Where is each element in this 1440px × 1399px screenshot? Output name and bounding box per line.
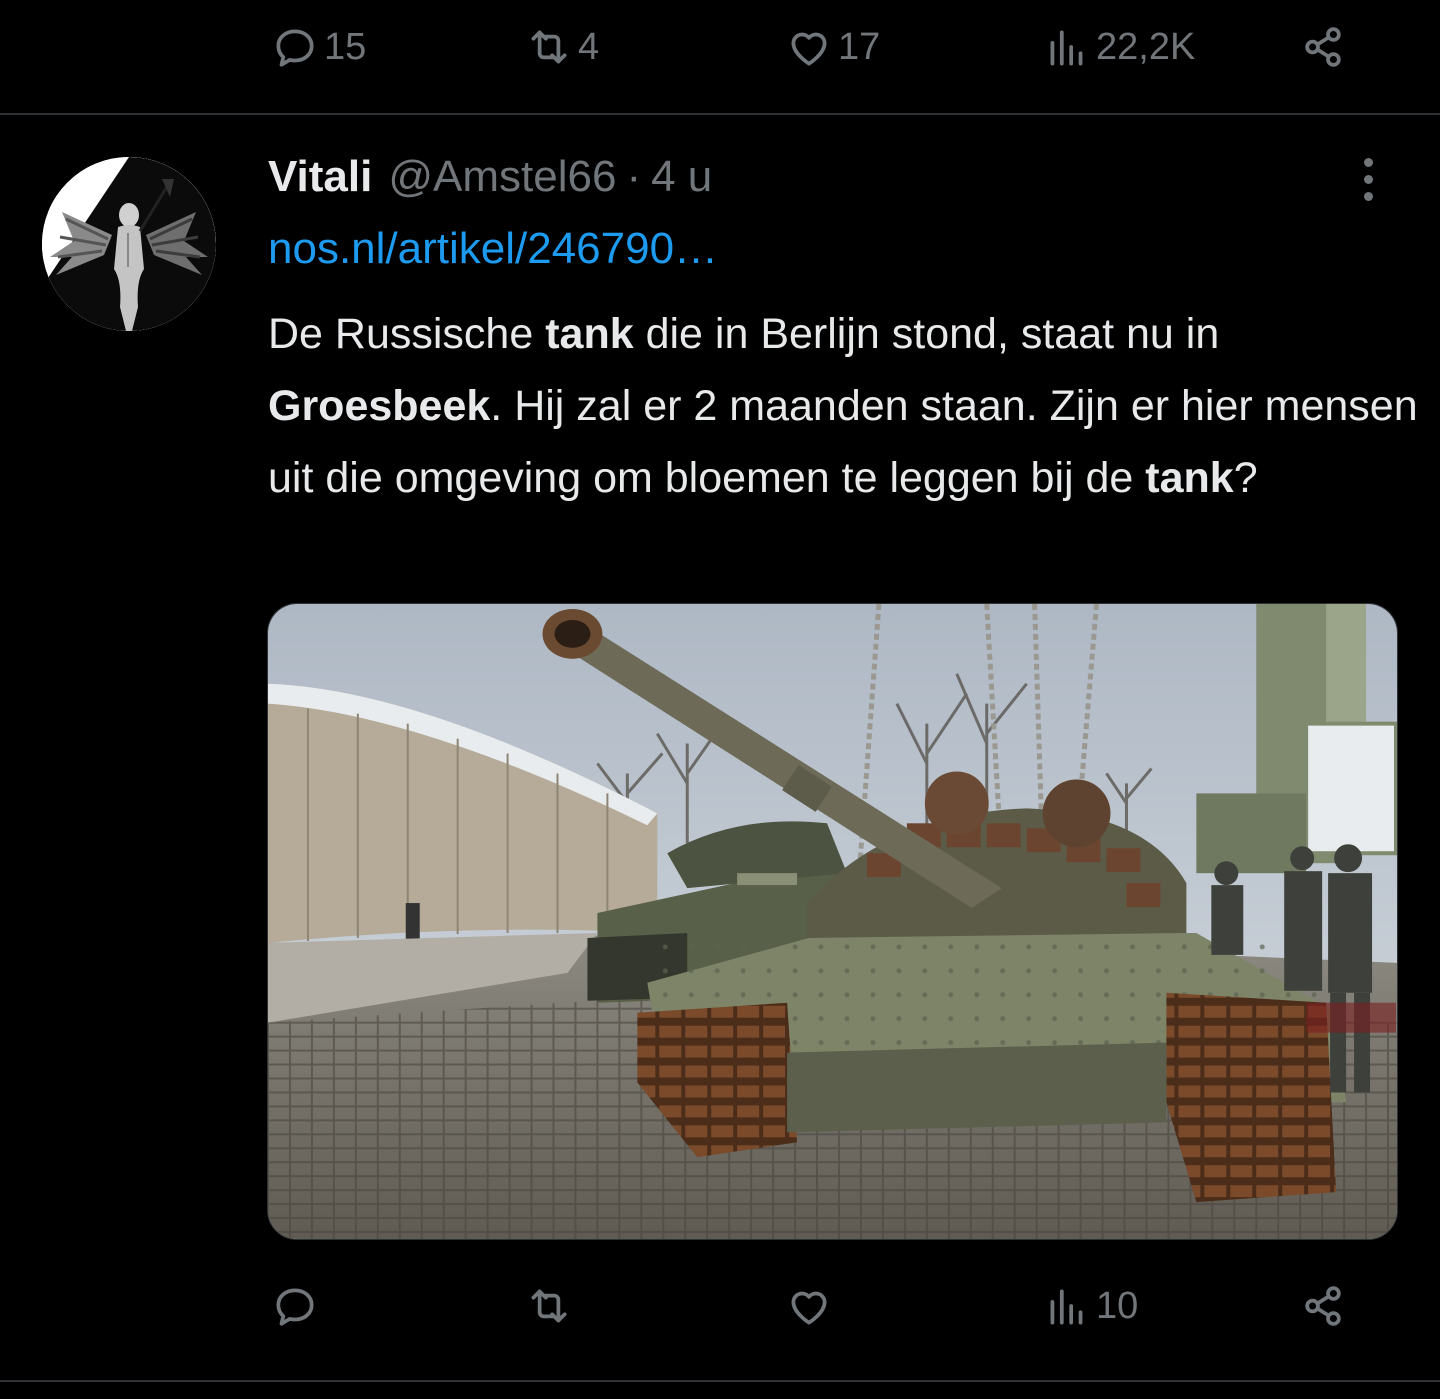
like-button[interactable] bbox=[784, 1281, 838, 1331]
reply-button[interactable]: 15 bbox=[270, 22, 366, 72]
like-button[interactable]: 17 bbox=[784, 22, 880, 72]
article-link[interactable]: nos.nl/artikel/246790… bbox=[268, 224, 718, 274]
reply-count: 15 bbox=[324, 25, 367, 68]
bar-chart-icon bbox=[1050, 1289, 1083, 1325]
retweet-button[interactable] bbox=[524, 1281, 578, 1331]
tweet-photo[interactable] bbox=[267, 603, 1398, 1240]
like-count: 17 bbox=[838, 25, 881, 68]
share-button[interactable] bbox=[1298, 1281, 1348, 1331]
previous-tweet-action-bar: 15 4 17 22,2K bbox=[270, 17, 1360, 77]
heart-icon bbox=[791, 32, 827, 66]
tweet-text-bold: Groesbeek bbox=[268, 382, 491, 430]
more-options-button[interactable] bbox=[1347, 152, 1391, 208]
share-button[interactable] bbox=[1298, 22, 1348, 72]
display-name[interactable]: Vitali bbox=[268, 152, 372, 202]
views-button[interactable]: 10 bbox=[1042, 1281, 1138, 1331]
share-nodes-icon bbox=[1305, 27, 1341, 67]
tweet-text-part: die in Berlijn stond, staat nu in bbox=[633, 310, 1220, 358]
bar-chart-icon bbox=[1050, 30, 1083, 66]
tweet-text-bold: tank bbox=[545, 310, 634, 358]
speech-bubble-icon bbox=[276, 29, 314, 67]
tweet-body-text: De Russische tank die in Berlijn stond, … bbox=[268, 298, 1418, 514]
avatar[interactable] bbox=[42, 157, 216, 331]
reply-button[interactable] bbox=[270, 1281, 324, 1331]
retweet-count: 4 bbox=[578, 25, 600, 68]
user-handle[interactable]: @Amstel66 bbox=[388, 152, 616, 202]
separator-dot: · bbox=[626, 152, 642, 201]
retweet-button[interactable]: 4 bbox=[524, 22, 599, 72]
heart-icon bbox=[791, 1291, 827, 1325]
tweet-action-bar: 10 bbox=[270, 1276, 1360, 1336]
tweet-text-bold: tank bbox=[1145, 454, 1234, 502]
tweet-divider bbox=[0, 1380, 1440, 1382]
retweet-arrows-icon bbox=[531, 30, 567, 64]
share-nodes-icon bbox=[1305, 1286, 1341, 1326]
tweet-timestamp[interactable]: 4 u bbox=[651, 152, 712, 202]
tank-photo-image bbox=[268, 604, 1397, 1239]
views-count: 22,2K bbox=[1096, 25, 1196, 68]
retweet-arrows-icon bbox=[531, 1289, 567, 1323]
tweet-text-part: ? bbox=[1233, 454, 1258, 502]
tweet-divider bbox=[0, 113, 1440, 115]
views-count: 10 bbox=[1096, 1284, 1139, 1327]
tweet-text-part: De Russische bbox=[268, 310, 546, 358]
tweet-header: Vitali @Amstel66 · 4 u bbox=[268, 152, 712, 212]
angel-statue-avatar-image bbox=[42, 157, 216, 331]
views-button[interactable]: 22,2K bbox=[1042, 22, 1195, 72]
speech-bubble-icon bbox=[276, 1288, 314, 1326]
